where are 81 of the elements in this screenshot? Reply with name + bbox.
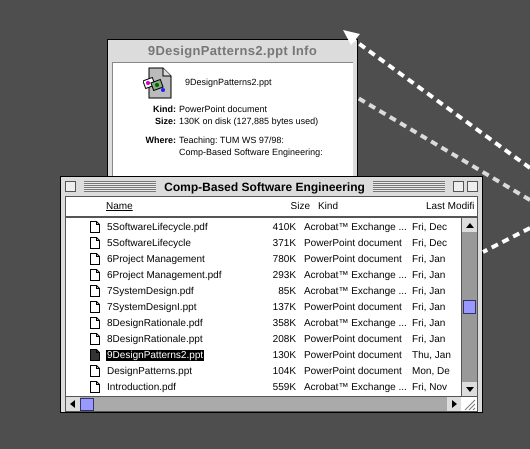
date-cell-text: Mon, De (412, 364, 450, 378)
kind-cell-text: PowerPoint document (304, 252, 403, 266)
document-icon (90, 253, 100, 265)
document-icon (90, 221, 100, 233)
scroll-thumb[interactable] (80, 398, 94, 410)
kind-cell-text: PowerPoint document (304, 236, 403, 250)
kind-cell-text: PowerPoint document (304, 332, 403, 346)
file-name[interactable]: 8DesignRationale.ppt (106, 334, 204, 344)
date-cell-text: Fri, Dec (412, 236, 447, 250)
file-name[interactable]: 7SystemDesign.pdf (106, 286, 195, 296)
document-icon (90, 333, 100, 345)
file-name[interactable]: 9DesignPatterns2.ppt (106, 350, 204, 360)
file-name[interactable]: DesignPatterns.ppt (106, 366, 194, 376)
kind-cell-text: Acrobat™ Exchange ... (304, 220, 408, 234)
field-value: Teaching: TUM WS 97/98: (179, 134, 285, 146)
scroll-left-icon[interactable] (66, 397, 80, 411)
file-name[interactable]: 8DesignRationale.pdf (106, 318, 204, 328)
scroll-down-icon[interactable] (462, 382, 477, 396)
document-icon (90, 317, 100, 329)
date-cell-text: Fri, Jan (412, 252, 446, 266)
size-cell-text: 371K (272, 236, 296, 250)
kind-cell-text: Acrobat™ Exchange ... (304, 316, 408, 330)
file-name[interactable]: 6Project Management (106, 254, 206, 264)
window-title: Comp-Based Software Engineering (164, 178, 365, 196)
presentation-file-icon (143, 67, 173, 99)
field-value: 130K on disk (127,885 bytes used) (179, 115, 318, 127)
document-icon (90, 285, 100, 297)
window-title: 9DesignPatterns2.ppt Info (146, 42, 318, 60)
document-icon (90, 365, 100, 377)
file-name[interactable]: 5SoftwareLifecycle (106, 238, 192, 248)
date-cell-text: Fri, Jan (412, 268, 446, 282)
size-cell-text: 130K (272, 348, 296, 362)
kind-cell-text: Acrobat™ Exchange ... (304, 284, 408, 298)
size-cell-text: 358K (272, 316, 296, 330)
kind-cell-text: Acrobat™ Exchange ... (304, 380, 408, 394)
document-icon (90, 237, 100, 249)
field-value: Comp-Based Software Engineering: (179, 146, 323, 158)
date-cell-text: Fri, Dec (412, 220, 447, 234)
horizontal-scrollbar[interactable] (66, 397, 461, 411)
size-cell-text: 410K (272, 220, 296, 234)
size-cell-text: 137K (272, 300, 296, 314)
vertical-scrollbar[interactable] (461, 218, 477, 396)
column-header[interactable]: Size (246, 199, 310, 214)
field-value: PowerPoint document (179, 103, 268, 115)
column-header[interactable]: Name (106, 199, 246, 214)
field-label: Where: (144, 134, 177, 147)
file-name[interactable]: 6Project Management.pdf (106, 270, 223, 280)
field-label: Size: (154, 115, 177, 127)
collapse-box[interactable] (467, 181, 478, 192)
close-box[interactable] (65, 181, 76, 192)
field-label: Kind: (152, 103, 177, 115)
zoom-box[interactable] (453, 181, 464, 192)
column-header[interactable]: Kind (318, 199, 426, 214)
scroll-right-icon[interactable] (447, 397, 461, 411)
file-name[interactable]: Introduction.pdf (106, 382, 177, 392)
file-name[interactable]: 7SystemDesignI.ppt (106, 302, 198, 312)
kind-cell-text: PowerPoint document (304, 300, 403, 314)
document-icon (90, 301, 100, 313)
size-cell-text: 559K (272, 380, 296, 394)
date-cell-text: Thu, Jan (412, 348, 451, 362)
size-cell-text: 293K (272, 268, 296, 282)
document-icon (90, 381, 100, 393)
date-cell-text: Fri, Jan (412, 284, 446, 298)
scroll-up-icon[interactable] (462, 218, 477, 232)
kind-cell-text: Acrobat™ Exchange ... (304, 268, 408, 282)
size-cell-text: 780K (272, 252, 296, 266)
size-cell-text: 85K (277, 284, 296, 298)
document-icon (90, 349, 100, 361)
date-cell-text: Fri, Jan (412, 316, 446, 330)
size-cell-text: 208K (272, 332, 296, 346)
date-cell-text: Fri, Jan (412, 300, 446, 314)
document-icon (90, 269, 100, 281)
file-name: 9DesignPatterns2.ppt (185, 76, 272, 90)
date-cell-text: Fri, Jan (412, 332, 446, 346)
scroll-thumb[interactable] (463, 300, 476, 314)
file-name[interactable]: 5SoftwareLifecycle.pdf (106, 222, 209, 232)
size-cell-text: 104K (272, 364, 296, 378)
date-cell-text: Fri, Nov (412, 380, 447, 394)
kind-cell-text: PowerPoint document (304, 348, 403, 362)
kind-cell-text: PowerPoint document (304, 364, 403, 378)
column-header[interactable]: Last Modifi (426, 199, 474, 214)
